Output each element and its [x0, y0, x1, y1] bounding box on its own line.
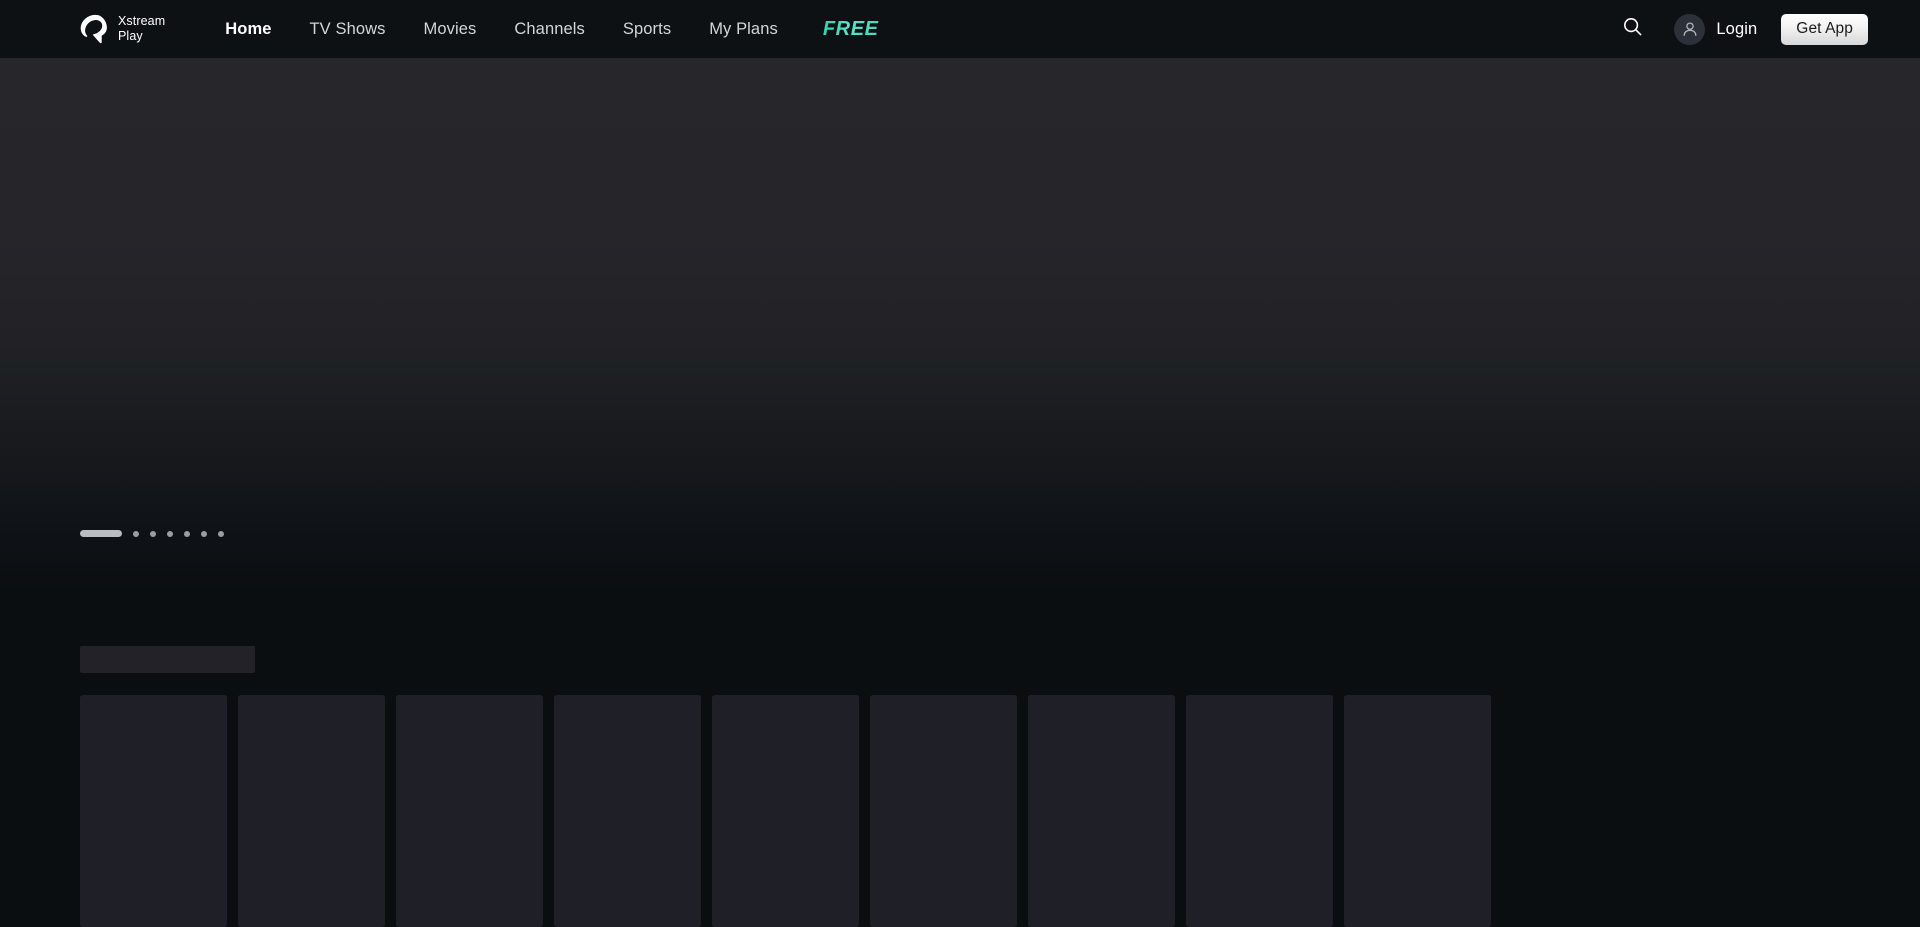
get-app-button[interactable]: Get App — [1781, 13, 1868, 45]
brand-logo-link[interactable]: Xstream Play — [80, 14, 165, 45]
search-button[interactable] — [1612, 9, 1652, 49]
carousel-pagination — [80, 530, 235, 537]
airtel-swoosh-logo-icon — [80, 14, 107, 44]
list-item[interactable] — [712, 695, 859, 927]
avatar — [1674, 13, 1706, 45]
carousel-dot-2[interactable] — [133, 530, 139, 537]
carousel-dot-6[interactable] — [201, 530, 207, 537]
carousel-dot-7[interactable] — [218, 530, 224, 537]
list-item[interactable] — [1186, 695, 1333, 927]
list-item[interactable] — [554, 695, 701, 927]
list-item[interactable] — [870, 695, 1017, 927]
content-rail — [0, 591, 1920, 927]
login-label: Login — [1716, 19, 1758, 38]
main-navigation: Home TV Shows Movies Channels Sports My … — [206, 0, 884, 58]
search-icon — [1623, 17, 1642, 41]
header-actions: Login Get App — [1612, 9, 1868, 49]
carousel-dot-1[interactable] — [80, 530, 122, 537]
list-item[interactable] — [238, 695, 385, 927]
nav-item-movies[interactable]: Movies — [405, 0, 496, 58]
list-item[interactable] — [396, 695, 543, 927]
login-button[interactable]: Login — [1674, 13, 1758, 45]
rail-title-placeholder — [80, 646, 255, 673]
nav-item-my-plans[interactable]: My Plans — [690, 0, 797, 58]
brand-name: Xstream Play — [118, 13, 166, 43]
carousel-dot-5[interactable] — [184, 530, 190, 537]
carousel-dot-3[interactable] — [150, 530, 156, 537]
list-item[interactable] — [80, 695, 227, 927]
carousel-dot-4[interactable] — [167, 530, 173, 537]
nav-item-sports[interactable]: Sports — [604, 0, 690, 58]
nav-item-home[interactable]: Home — [206, 0, 290, 58]
site-header: Xstream Play Home TV Shows Movies Channe… — [0, 0, 1920, 58]
nav-item-free-badge[interactable]: FREE — [817, 0, 885, 58]
hero-carousel[interactable] — [0, 58, 1920, 591]
nav-item-channels[interactable]: Channels — [495, 0, 604, 58]
nav-item-tv-shows[interactable]: TV Shows — [291, 0, 405, 58]
list-item[interactable] — [1028, 695, 1175, 927]
list-item[interactable] — [1344, 695, 1491, 927]
rail-card-list — [80, 695, 1491, 927]
